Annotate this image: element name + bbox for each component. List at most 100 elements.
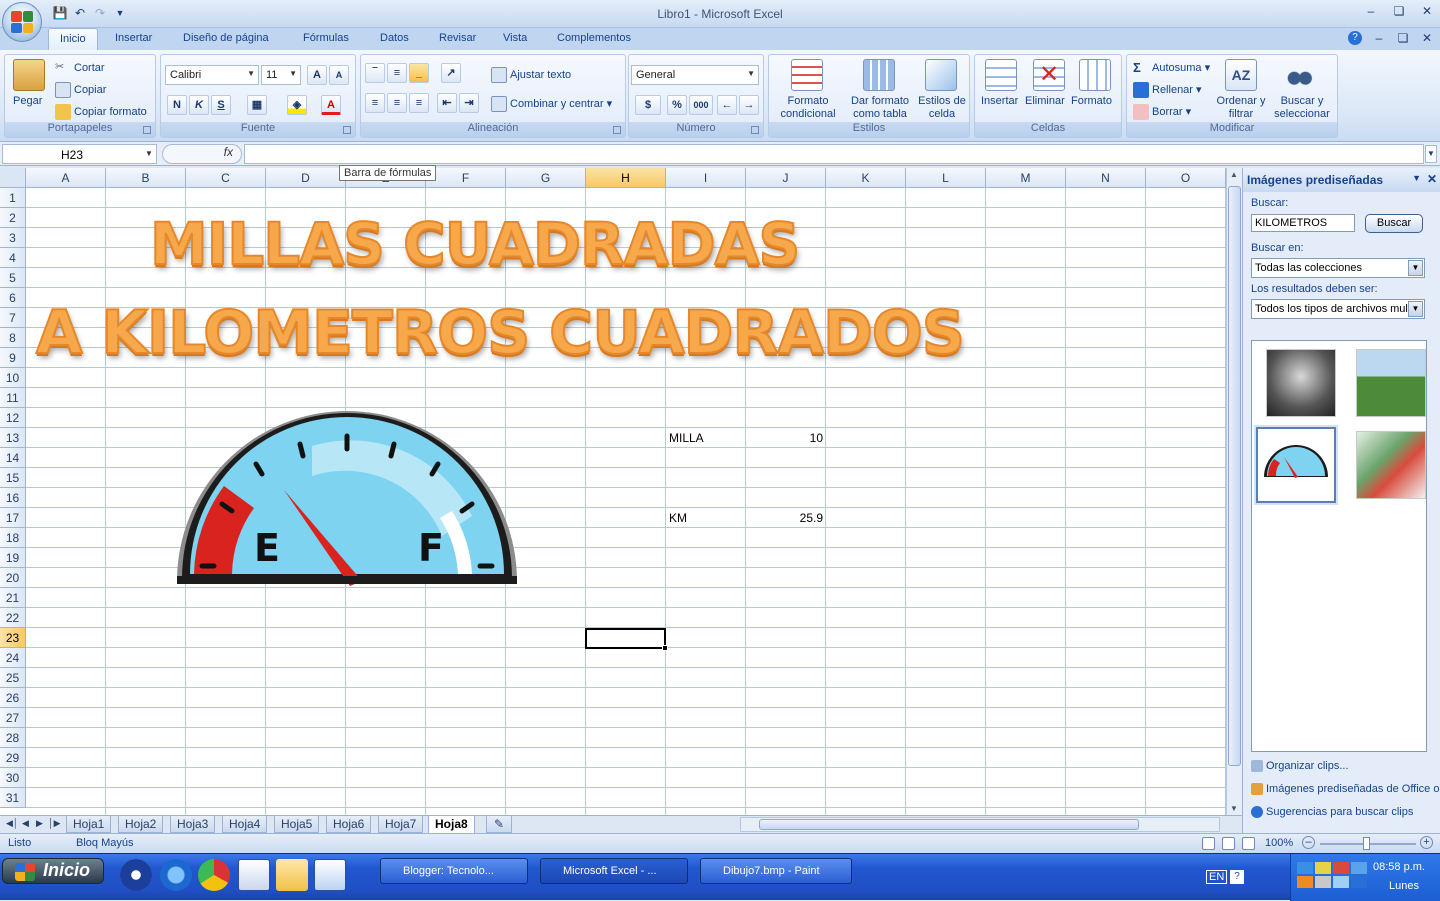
align-right-icon[interactable]: ≡ bbox=[409, 93, 429, 113]
row-header[interactable]: 14 bbox=[0, 448, 26, 468]
tab-diseno[interactable]: Diseño de página bbox=[183, 32, 269, 44]
dialog-launcher-icon[interactable] bbox=[143, 126, 151, 134]
row-header[interactable]: 19 bbox=[0, 548, 26, 568]
row-header[interactable]: 1 bbox=[0, 188, 26, 208]
row-header[interactable]: 11 bbox=[0, 388, 26, 408]
clip-thumb-photo-bw[interactable] bbox=[1266, 349, 1336, 417]
row-header[interactable]: 31 bbox=[0, 788, 26, 808]
row-header[interactable]: 2 bbox=[0, 208, 26, 228]
page-break-view-icon[interactable] bbox=[1242, 837, 1255, 850]
row-header[interactable]: 5 bbox=[0, 268, 26, 288]
insert-cells-icon[interactable] bbox=[985, 59, 1017, 91]
shrink-font-icon[interactable]: A bbox=[329, 65, 349, 85]
usb-icon[interactable] bbox=[1315, 876, 1331, 888]
paste-button[interactable]: Pegar bbox=[13, 95, 42, 107]
delete-cells-button[interactable]: Eliminar bbox=[1025, 95, 1065, 107]
clip-search-input[interactable]: KILOMETROS bbox=[1251, 214, 1355, 232]
dialog-launcher-icon[interactable] bbox=[751, 126, 759, 134]
borders-icon[interactable]: ▦ bbox=[247, 95, 267, 115]
column-header[interactable]: K bbox=[826, 168, 906, 188]
insert-sheet-icon[interactable]: ✎ bbox=[486, 816, 512, 833]
row-header[interactable]: 15 bbox=[0, 468, 26, 488]
internet-explorer-icon[interactable] bbox=[160, 859, 192, 891]
fill-handle[interactable] bbox=[662, 645, 668, 651]
thousands-button[interactable]: 000 bbox=[689, 95, 713, 115]
align-center-icon[interactable]: ≡ bbox=[387, 93, 407, 113]
search-tips-link[interactable]: Sugerencias para buscar clips bbox=[1251, 806, 1413, 819]
font-size-select[interactable]: 11 ▼ bbox=[261, 65, 301, 85]
doc-close-icon[interactable]: ✕ bbox=[1420, 31, 1434, 45]
select-all-corner[interactable] bbox=[0, 168, 26, 188]
wordart-title-line1[interactable]: MILLAS CUADRADAS bbox=[149, 209, 801, 279]
row-header[interactable]: 24 bbox=[0, 648, 26, 668]
column-header[interactable]: D bbox=[266, 168, 346, 188]
dialog-launcher-icon[interactable] bbox=[343, 126, 351, 134]
paste-icon[interactable] bbox=[13, 59, 45, 91]
tab-inicio[interactable]: Inicio bbox=[48, 28, 98, 51]
row-header[interactable]: 8 bbox=[0, 328, 26, 348]
cell-styles-icon[interactable] bbox=[925, 59, 957, 91]
prev-sheet-icon[interactable]: ◀ bbox=[22, 818, 29, 829]
currency-button[interactable]: $ bbox=[635, 95, 661, 115]
find-select-button[interactable]: Buscar y seleccionar bbox=[1267, 95, 1337, 121]
clip-search-button[interactable]: Buscar bbox=[1365, 214, 1423, 233]
bold-button[interactable]: N bbox=[167, 95, 187, 115]
insert-function-button[interactable]: fx bbox=[162, 144, 242, 164]
zoom-out-icon[interactable]: – bbox=[1302, 836, 1315, 849]
increase-indent-icon[interactable]: ⇥ bbox=[459, 93, 479, 113]
messenger-icon[interactable] bbox=[1351, 876, 1367, 888]
sort-filter-button[interactable]: Ordenar y filtrar bbox=[1215, 95, 1267, 121]
copy-button[interactable]: Copiar bbox=[55, 82, 106, 98]
horizontal-scrollbar[interactable] bbox=[740, 817, 1220, 832]
bluetooth-icon[interactable] bbox=[1333, 876, 1349, 888]
conditional-format-icon[interactable] bbox=[791, 59, 823, 91]
row-header[interactable]: 27 bbox=[0, 708, 26, 728]
column-header[interactable]: J bbox=[746, 168, 826, 188]
clip-thumb-road-sign[interactable] bbox=[1356, 349, 1426, 417]
column-header[interactable]: O bbox=[1146, 168, 1226, 188]
restore-icon[interactable]: ❏ bbox=[1392, 4, 1406, 18]
folder-icon[interactable] bbox=[276, 859, 308, 891]
sheet-tab[interactable]: Hoja6 bbox=[326, 816, 372, 833]
row-header[interactable]: 20 bbox=[0, 568, 26, 588]
row-header[interactable]: 30 bbox=[0, 768, 26, 788]
task-excel[interactable]: Microsoft Excel - ... bbox=[540, 858, 688, 884]
number-format-select[interactable]: General ▼ bbox=[631, 65, 759, 85]
align-bottom-icon[interactable]: _ bbox=[409, 63, 429, 83]
cell-J13[interactable]: 10 bbox=[746, 428, 826, 448]
align-middle-icon[interactable]: ≡ bbox=[387, 63, 407, 83]
wrap-text-button[interactable]: Ajustar texto bbox=[491, 67, 571, 83]
row-header[interactable]: 4 bbox=[0, 248, 26, 268]
row-header[interactable]: 21 bbox=[0, 588, 26, 608]
clip-thumb-fuel-gauge[interactable] bbox=[1256, 427, 1336, 503]
search-in-select[interactable]: Todas las colecciones ▼ bbox=[1251, 258, 1425, 278]
conditional-format-button[interactable]: Formato condicional bbox=[773, 95, 843, 121]
scroll-down-icon[interactable]: ▼ bbox=[1230, 804, 1238, 813]
align-top-icon[interactable]: ‾ bbox=[365, 63, 385, 83]
organize-clips-link[interactable]: Organizar clips... bbox=[1251, 760, 1349, 773]
clock-time[interactable]: 08:58 p.m. bbox=[1373, 861, 1425, 873]
last-sheet-icon[interactable]: │▶ bbox=[48, 818, 61, 829]
pane-close-icon[interactable]: ✕ bbox=[1427, 172, 1437, 186]
first-sheet-icon[interactable]: ◀│ bbox=[6, 818, 19, 829]
zoom-in-icon[interactable]: + bbox=[1420, 836, 1433, 849]
sheet-tab[interactable]: Hoja4 bbox=[222, 816, 268, 833]
format-cells-button[interactable]: Formato bbox=[1071, 95, 1112, 107]
row-header[interactable]: 16 bbox=[0, 488, 26, 508]
orientation-icon[interactable]: ↗ bbox=[441, 63, 461, 83]
row-header[interactable]: 25 bbox=[0, 668, 26, 688]
decrease-decimal-icon[interactable]: → bbox=[739, 95, 759, 115]
row-header[interactable]: 10 bbox=[0, 368, 26, 388]
sheet-tab[interactable]: Hoja8 bbox=[428, 816, 475, 834]
row-header[interactable]: 29 bbox=[0, 748, 26, 768]
sheet-tab[interactable]: Hoja1 bbox=[66, 816, 112, 833]
fill-button[interactable]: Rellenar ▾ bbox=[1133, 82, 1202, 98]
cell-styles-button[interactable]: Estilos de celda bbox=[915, 95, 969, 121]
notepad-icon[interactable] bbox=[314, 859, 346, 891]
format-as-table-icon[interactable] bbox=[863, 59, 895, 91]
horizontal-scroll-thumb[interactable] bbox=[759, 819, 1139, 830]
align-left-icon[interactable]: ≡ bbox=[365, 93, 385, 113]
column-header[interactable]: C bbox=[186, 168, 266, 188]
task-paint[interactable]: Dibujo7.bmp - Paint bbox=[700, 858, 852, 884]
sheet-tab[interactable]: Hoja3 bbox=[170, 816, 216, 833]
